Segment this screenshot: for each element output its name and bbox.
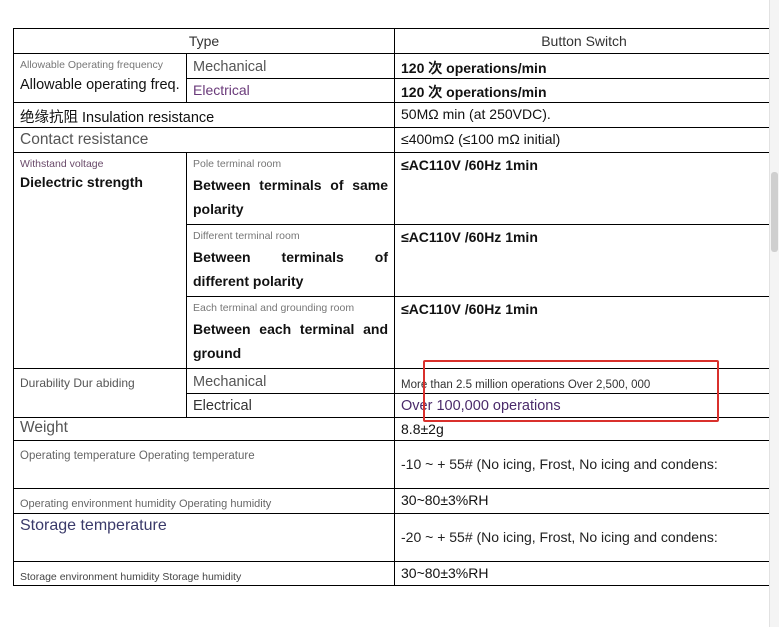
- dielectric-sub2-small: Different terminal room: [193, 230, 300, 242]
- spec-table: Type Button Switch Allowable Operating f…: [12, 28, 775, 586]
- freq-mechanical-label: Mechanical: [193, 59, 267, 75]
- storage-humidity-label-cell: Storage environment humidity Storage hum…: [12, 561, 396, 586]
- insulation-value-cell: 50MΩ min (at 250VDC).: [394, 102, 775, 128]
- dielectric-label: Dielectric strength: [20, 174, 143, 190]
- table-row: 绝缘抗阻 Insulation resistance 50MΩ min (at …: [12, 102, 775, 128]
- freq-label-cell: Allowable Operating frequency Allowable …: [13, 53, 187, 103]
- dielectric-sub1-small: Pole terminal room: [193, 158, 282, 170]
- table-header-row: Type Button Switch: [12, 28, 775, 54]
- dielectric-small-label: Withstand voltage: [20, 158, 104, 170]
- dielectric-sub1-label: Between terminals of same polarity: [193, 177, 389, 217]
- table-row: Allowable Operating frequency Allowable …: [13, 53, 775, 103]
- storage-humidity-value: 30~80±3%RH: [401, 565, 489, 581]
- scrollbar-track[interactable]: [769, 0, 779, 627]
- table-row: Storage environment humidity Storage hum…: [12, 561, 775, 586]
- storage-temp-label-cell: Storage temperature: [12, 513, 396, 562]
- durability-mech-cell: Mechanical: [185, 368, 396, 394]
- header-type: Type: [12, 28, 396, 54]
- storage-temp-value-cell: -20 ~ + 55# (No icing, Frost, No icing a…: [394, 513, 775, 562]
- dielectric-sub2-cell: Different terminal room Between terminal…: [185, 224, 396, 297]
- freq-electrical-label: Electrical: [193, 82, 250, 98]
- table-row: Operating environment humidity Operating…: [12, 488, 775, 514]
- contact-value: ≤400mΩ (≤100 mΩ initial): [401, 131, 561, 147]
- table-row: Withstand voltage Dielectric strength Po…: [13, 152, 775, 369]
- dielectric-sub3-value: ≤AC110V /60Hz 1min: [401, 301, 538, 317]
- contact-label-cell: Contact resistance: [12, 127, 396, 153]
- op-temp-label: Operating temperature Operating temperat…: [20, 450, 255, 462]
- freq-elec-value-cell: 120 次 operations/min: [394, 78, 775, 103]
- freq-mech-value-cell: 120 次 operations/min: [394, 53, 775, 79]
- freq-mech-cell: Mechanical: [185, 53, 396, 79]
- table-row: Contact resistance ≤400mΩ (≤100 mΩ initi…: [12, 127, 775, 153]
- dielectric-sub3-label: Between each terminal and ground: [193, 321, 389, 361]
- op-temp-value-cell: -10 ~ + 55# (No icing, Frost, No icing a…: [394, 440, 775, 489]
- table-row: Storage temperature -20 ~ + 55# (No icin…: [12, 513, 775, 562]
- header-button-switch: Button Switch: [394, 28, 775, 54]
- document-page: Type Button Switch Allowable Operating f…: [0, 0, 779, 627]
- weight-label-cell: Weight: [12, 417, 396, 441]
- freq-elec-value: 120 次 operations/min: [401, 84, 547, 100]
- insulation-label: 绝缘抗阻 Insulation resistance: [20, 110, 215, 126]
- durability-elec-cell: Electrical: [185, 393, 396, 418]
- weight-value: 8.8±2g: [401, 421, 444, 437]
- insulation-label-cell: 绝缘抗阻 Insulation resistance: [12, 102, 396, 128]
- contact-label: Contact resistance: [20, 131, 149, 148]
- freq-mech-value: 120 次 operations/min: [401, 60, 547, 76]
- scrollbar-thumb[interactable]: [771, 172, 778, 252]
- freq-small-label: Allowable Operating frequency: [20, 59, 164, 71]
- dielectric-sub2-label: Between terminals of different polarity: [193, 249, 389, 289]
- op-humidity-label: Operating environment humidity Operating…: [20, 498, 272, 510]
- durability-electrical-label: Electrical: [193, 398, 252, 414]
- storage-humidity-value-cell: 30~80±3%RH: [394, 561, 775, 586]
- dielectric-sub3-small: Each terminal and grounding room: [193, 302, 355, 314]
- op-humidity-value-cell: 30~80±3%RH: [394, 488, 775, 514]
- durability-label: Durability Dur abiding: [20, 376, 135, 390]
- op-temp-value: -10 ~ + 55# (No icing, Frost, No icing a…: [401, 455, 718, 472]
- freq-label: Allowable operating freq.: [20, 77, 180, 93]
- op-temp-label-cell: Operating temperature Operating temperat…: [12, 440, 396, 489]
- storage-temp-value: -20 ~ + 55# (No icing, Frost, No icing a…: [401, 528, 718, 545]
- durability-highlight-box: [423, 360, 719, 422]
- durability-mechanical-label: Mechanical: [193, 374, 267, 390]
- insulation-value: 50MΩ min (at 250VDC).: [401, 106, 551, 122]
- storage-temp-label: Storage temperature: [20, 517, 167, 534]
- dielectric-sub2-value-cell: ≤AC110V /60Hz 1min: [394, 224, 775, 297]
- contact-value-cell: ≤400mΩ (≤100 mΩ initial): [394, 127, 775, 153]
- weight-label: Weight: [20, 419, 68, 436]
- op-humidity-label-cell: Operating environment humidity Operating…: [12, 488, 396, 514]
- durability-label-cell: Durability Dur abiding: [13, 368, 187, 418]
- dielectric-sub1-value-cell: ≤AC110V /60Hz 1min: [394, 152, 775, 225]
- dielectric-sub1-cell: Pole terminal room Between terminals of …: [185, 152, 396, 225]
- dielectric-sub3-value-cell: ≤AC110V /60Hz 1min: [394, 296, 775, 369]
- table-row: Operating temperature Operating temperat…: [12, 440, 775, 489]
- op-humidity-value: 30~80±3%RH: [401, 492, 489, 508]
- storage-humidity-label: Storage environment humidity Storage hum…: [20, 571, 242, 583]
- dielectric-sub1-value: ≤AC110V /60Hz 1min: [401, 157, 538, 173]
- dielectric-label-cell: Withstand voltage Dielectric strength: [13, 152, 187, 369]
- dielectric-sub3-cell: Each terminal and grounding room Between…: [185, 296, 396, 369]
- freq-elec-cell: Electrical: [185, 78, 396, 103]
- dielectric-sub2-value: ≤AC110V /60Hz 1min: [401, 229, 538, 245]
